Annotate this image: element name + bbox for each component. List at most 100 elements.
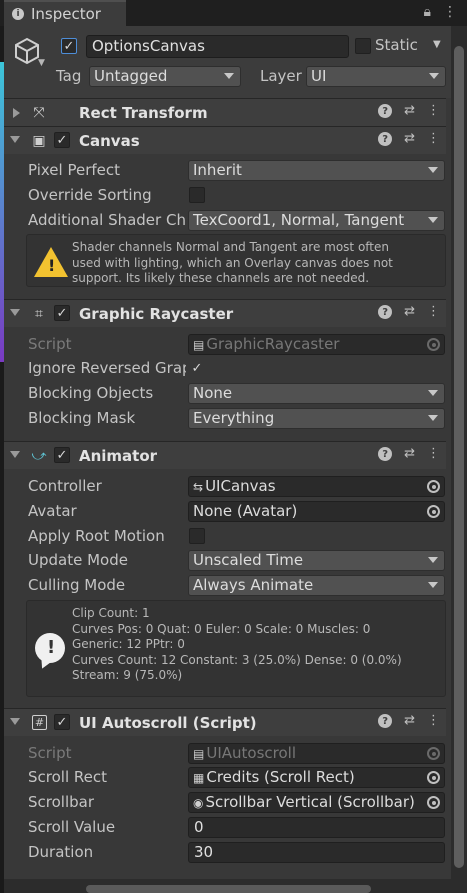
apply-root-motion-label: Apply Root Motion [28, 527, 165, 545]
scrollbar-field[interactable]: ◉ Scrollbar Vertical (Scrollbar) [188, 792, 445, 813]
script-hash-icon: # [32, 715, 47, 730]
lock-icon[interactable]: 🔒︎ [424, 4, 431, 20]
help-icon[interactable]: ? [378, 132, 393, 146]
apply-root-motion-checkbox[interactable] [189, 528, 205, 544]
component-header-canvas[interactable]: ▣ ✓ Canvas ? ⇄ ⋮ [4, 126, 446, 154]
kebab-menu-icon[interactable]: ⋮ [443, 4, 457, 20]
fold-arrow-icon[interactable] [10, 309, 20, 316]
scroll-value-field[interactable]: 0 [188, 817, 445, 838]
raycaster-enabled-checkbox[interactable]: ✓ [54, 305, 70, 321]
autoscroll-script-field: ▤ UIAutoscroll [188, 743, 445, 764]
object-picker-icon [427, 338, 440, 351]
culling-mode-dropdown[interactable]: Always Animate [188, 575, 445, 596]
component-tools: ? ⇄ ⋮ [378, 104, 440, 118]
kebab-menu-icon[interactable]: ⋮ [427, 305, 440, 319]
sliders-icon[interactable]: ⇄ [404, 132, 415, 146]
script-file-icon: ▤ [193, 338, 205, 352]
chevron-down-icon [428, 415, 438, 421]
canvas-enabled-checkbox[interactable]: ✓ [54, 132, 70, 148]
scrollbar-label: Scrollbar [28, 793, 94, 811]
duration-field[interactable]: 30 [188, 842, 445, 863]
blocking-objects-value: None [193, 384, 233, 402]
layer-dropdown[interactable]: UI [306, 66, 446, 87]
sliders-icon[interactable]: ⇄ [404, 305, 415, 319]
blocking-objects-label: Blocking Objects [28, 384, 154, 402]
autoscroll-enabled-checkbox[interactable]: ✓ [54, 714, 70, 730]
scrollbar-thumb[interactable] [454, 46, 464, 868]
script-label: Script [28, 335, 72, 353]
component-header-ui-autoscroll[interactable]: # ✓ UI Autoscroll (Script) ? ⇄ ⋮ [4, 708, 446, 736]
vertical-scrollbar[interactable] [451, 26, 467, 893]
icon-dropdown-arrow-icon[interactable]: ▼ [38, 58, 45, 68]
static-dropdown-arrow-icon[interactable]: ▼ [433, 39, 441, 50]
animator-info-box: ! Clip Count: 1 Curves Pos: 0 Quat: 0 Eu… [26, 600, 446, 697]
gameobject-header: ▼ ✓ OptionsCanvas Static ▼ Tag Untagged … [4, 26, 451, 98]
add-component-button[interactable] [86, 885, 371, 893]
shader-warning-box: ! Shader channels Normal and Tangent are… [26, 234, 446, 287]
fold-arrow-icon[interactable] [10, 451, 20, 458]
help-icon[interactable]: ? [378, 714, 393, 728]
kebab-menu-icon[interactable]: ⋮ [427, 714, 440, 728]
animator-controller-icon: ⇆ [193, 480, 204, 494]
pixel-perfect-value: Inherit [193, 161, 242, 179]
help-icon[interactable]: ? [378, 104, 393, 118]
object-picker-icon[interactable] [427, 480, 440, 493]
scroll-rect-value: Credits (Scroll Rect) [206, 768, 355, 786]
tag-value: Untagged [94, 67, 168, 85]
kebab-menu-icon[interactable]: ⋮ [427, 132, 440, 146]
scrollbar-value: Scrollbar Vertical (Scrollbar) [205, 793, 415, 811]
component-header-animator[interactable]: ⤻ ✓ Animator ? ⇄ ⋮ [4, 441, 446, 469]
component-title: Animator [79, 447, 158, 465]
fold-arrow-icon[interactable] [10, 136, 20, 143]
fold-arrow-icon[interactable] [13, 108, 20, 118]
override-sorting-checkbox[interactable] [189, 187, 205, 203]
kebab-menu-icon[interactable]: ⋮ [427, 447, 440, 461]
ignore-reversed-label: Ignore Reversed Graph [28, 359, 186, 377]
sliders-icon[interactable]: ⇄ [404, 447, 415, 461]
scroll-rect-field[interactable]: ▦ Credits (Scroll Rect) [188, 767, 445, 788]
blocking-objects-dropdown[interactable]: None [188, 383, 445, 404]
sliders-icon[interactable]: ⇄ [404, 104, 415, 118]
animator-enabled-checkbox[interactable]: ✓ [54, 447, 70, 463]
info-icon: i [12, 8, 24, 20]
shader-channels-dropdown[interactable]: TexCoord1, Normal, Tangent [188, 210, 445, 231]
object-picker-icon[interactable] [427, 796, 440, 809]
pixel-perfect-dropdown[interactable]: Inherit [188, 160, 445, 181]
controller-label: Controller [28, 477, 102, 495]
help-icon[interactable]: ? [378, 447, 393, 461]
animator-info-text: Clip Count: 1 Curves Pos: 0 Quat: 0 Eule… [72, 606, 402, 682]
chevron-down-icon [429, 73, 439, 79]
static-checkbox[interactable] [355, 38, 371, 54]
component-title: UI Autoscroll (Script) [79, 714, 257, 732]
component-header-graphic-raycaster[interactable]: ⌗ ✓ Graphic Raycaster ? ⇄ ⋮ [4, 299, 446, 327]
info-bubble-icon: ! [35, 633, 65, 663]
fold-arrow-icon[interactable] [10, 718, 20, 725]
tag-dropdown[interactable]: Untagged [89, 66, 241, 87]
chevron-down-icon [428, 557, 438, 563]
add-component-area [4, 879, 451, 893]
sliders-icon[interactable]: ⇄ [404, 714, 415, 728]
override-sorting-label: Override Sorting [28, 186, 152, 204]
object-name-field[interactable]: OptionsCanvas [86, 35, 349, 58]
tab-inspector[interactable]: i Inspector [4, 0, 126, 26]
object-picker-icon[interactable] [427, 771, 440, 784]
blocking-mask-value: Everything [193, 409, 275, 427]
blocking-mask-dropdown[interactable]: Everything [188, 408, 445, 429]
update-mode-dropdown[interactable]: Unscaled Time [188, 550, 445, 571]
component-header-rect-transform[interactable]: ⤧ Rect Transform ? ⇄ ⋮ [4, 98, 446, 126]
tab-inspector-label: Inspector [31, 5, 101, 23]
ignore-reversed-checkbox[interactable]: ✓ [189, 360, 205, 376]
shader-channels-value: TexCoord1, Normal, Tangent [193, 211, 405, 229]
component-title: Graphic Raycaster [79, 305, 234, 323]
component-title: Canvas [79, 132, 140, 150]
tab-actions: 🔒︎ ⋮ [424, 4, 457, 20]
avatar-label: Avatar [28, 502, 77, 520]
controller-value: UICanvas [205, 477, 276, 495]
avatar-field[interactable]: None (Avatar) [188, 501, 445, 522]
help-icon[interactable]: ? [378, 305, 393, 319]
controller-field[interactable]: ⇆ UICanvas [188, 476, 445, 497]
active-checkbox[interactable]: ✓ [61, 38, 77, 54]
kebab-menu-icon[interactable]: ⋮ [427, 104, 440, 118]
object-picker-icon[interactable] [427, 505, 440, 518]
layer-value: UI [311, 67, 327, 85]
